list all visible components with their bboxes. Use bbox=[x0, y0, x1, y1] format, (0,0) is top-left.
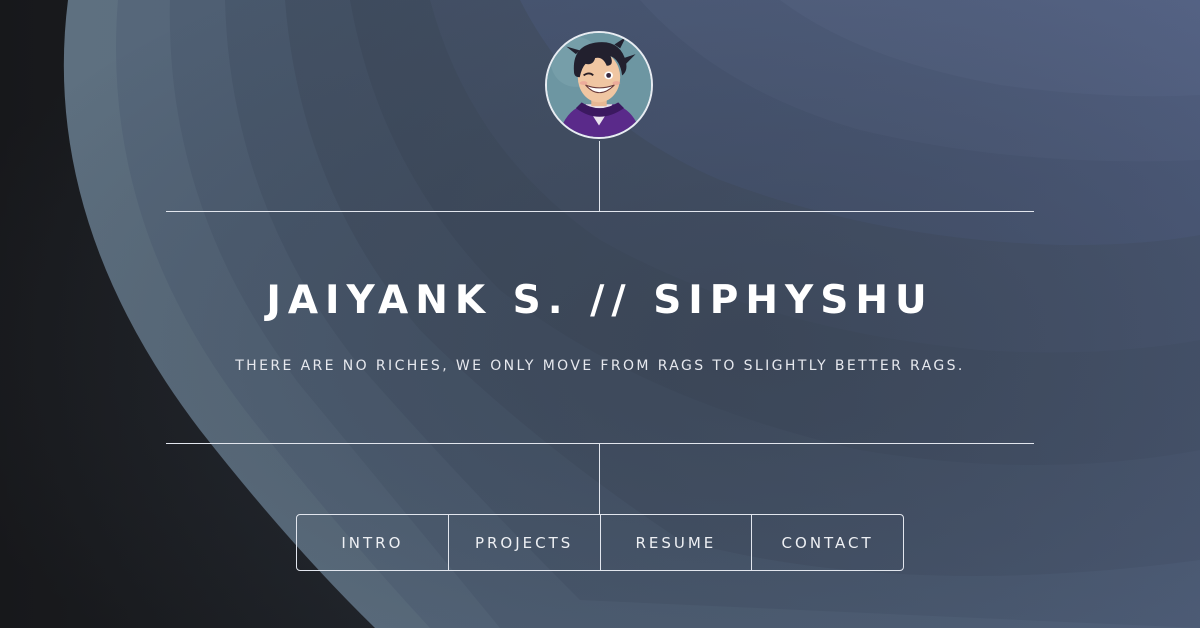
tagline: THERE ARE NO RICHES, WE ONLY MOVE FROM R… bbox=[235, 358, 965, 374]
top-divider bbox=[166, 211, 1034, 212]
avatar bbox=[545, 31, 653, 139]
site-title: JAIYANK S. // SIPHYSHU bbox=[266, 278, 934, 323]
nav-resume-link[interactable]: RESUME bbox=[599, 515, 752, 570]
avatar-connector-line bbox=[599, 141, 600, 211]
nav-connector-line bbox=[599, 443, 600, 515]
page: JAIYANK S. // SIPHYSHU THERE ARE NO RICH… bbox=[0, 0, 1200, 628]
avatar-character-icon bbox=[547, 33, 651, 137]
nav-contact-link[interactable]: CONTACT bbox=[751, 515, 903, 570]
bottom-divider bbox=[166, 443, 1034, 444]
nav-intro-link[interactable]: INTRO bbox=[297, 515, 448, 570]
main-nav: INTRO PROJECTS RESUME CONTACT bbox=[296, 514, 904, 571]
nav-projects-link[interactable]: PROJECTS bbox=[447, 515, 600, 570]
